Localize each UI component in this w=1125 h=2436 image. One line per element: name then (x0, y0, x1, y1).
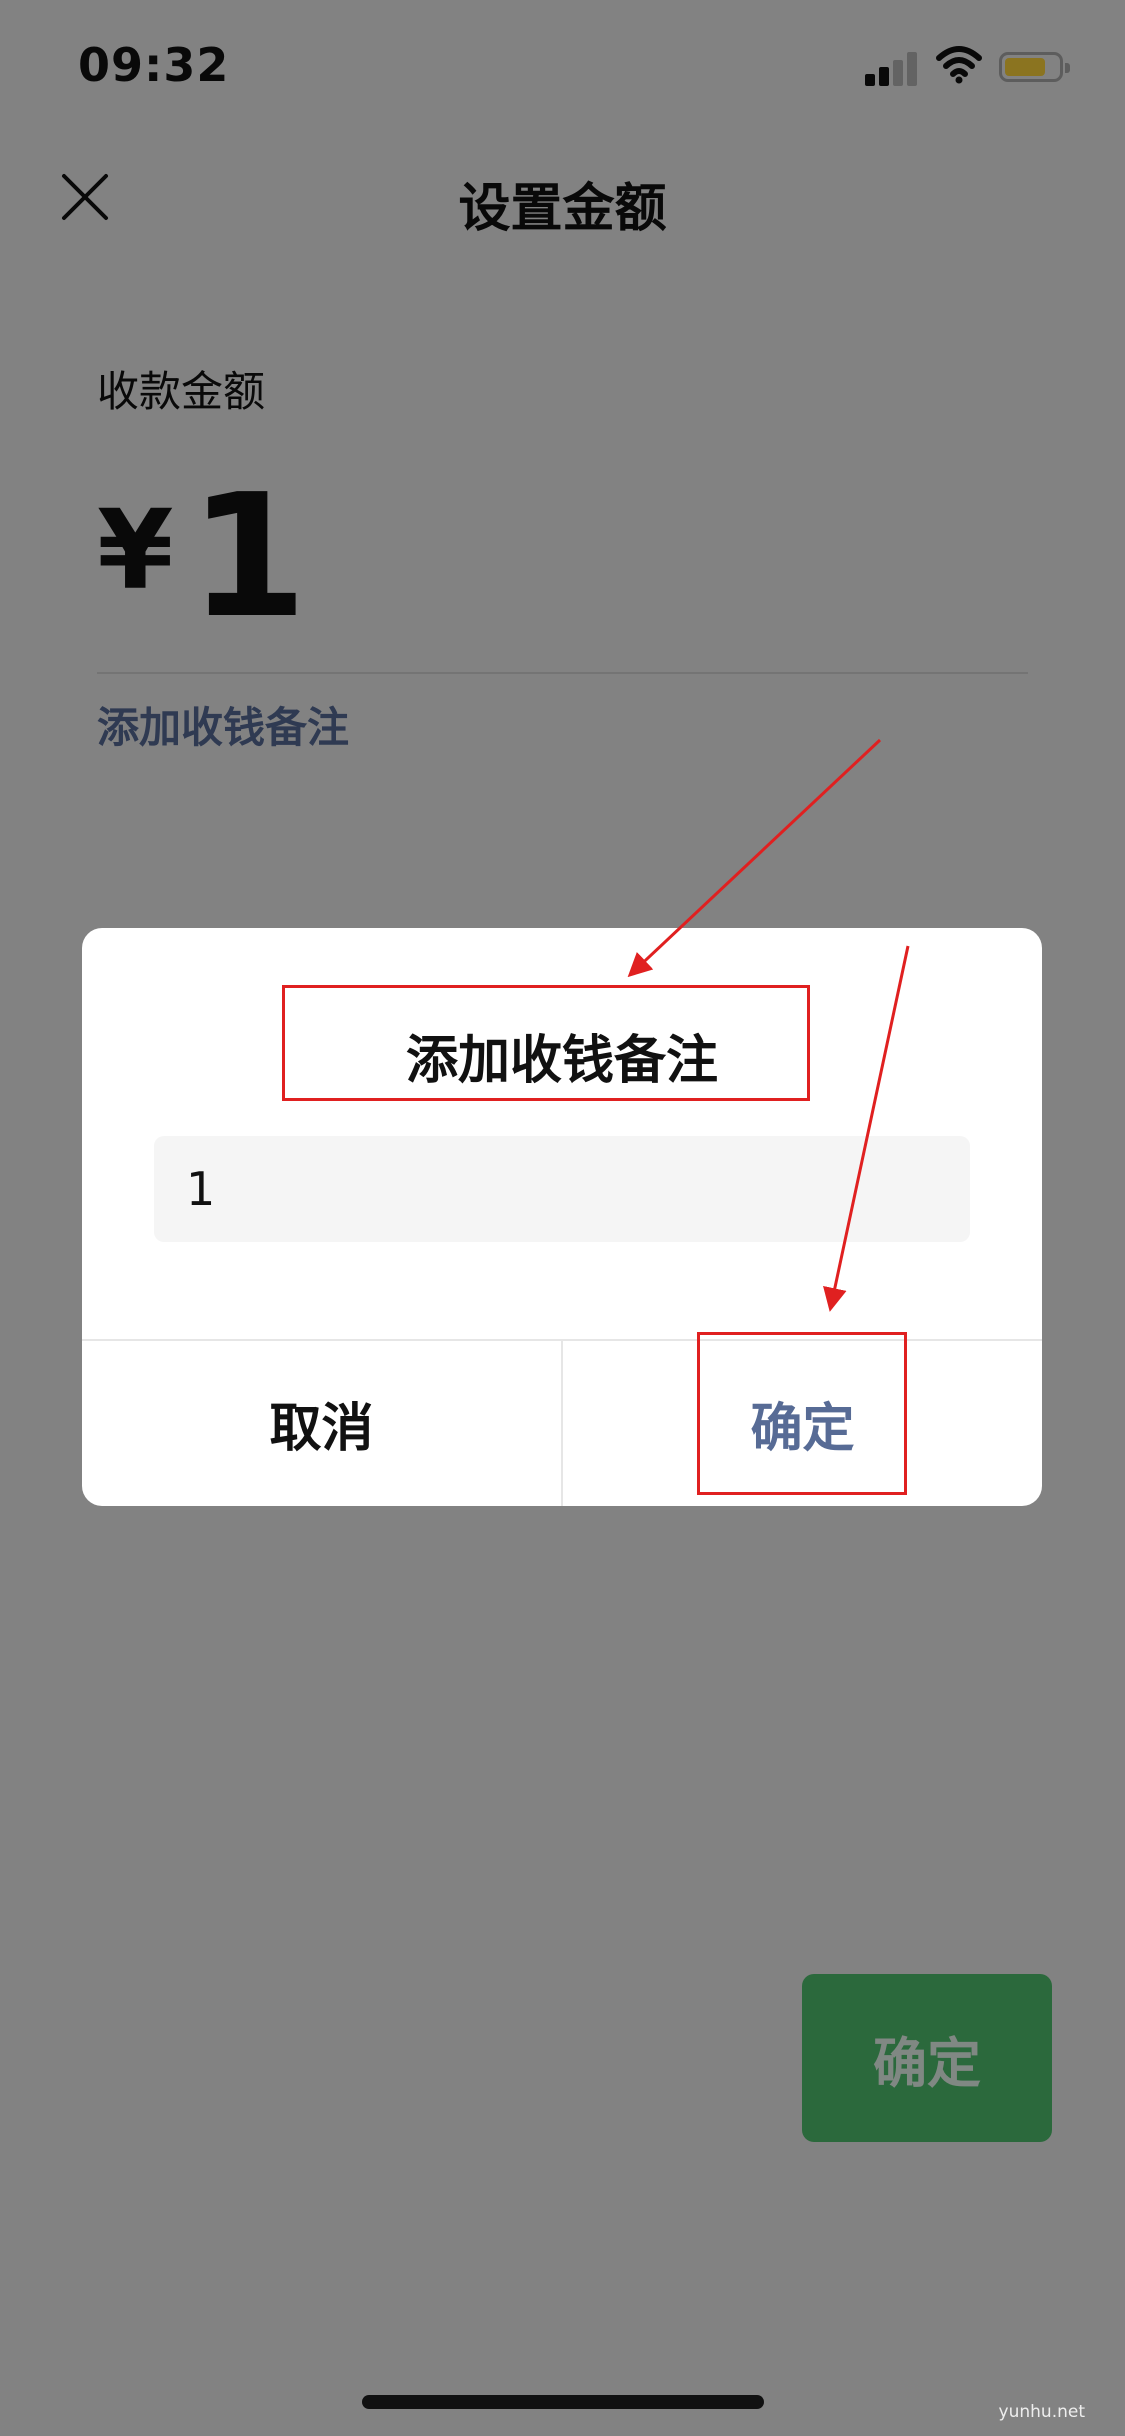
annotation-box-title (282, 985, 810, 1101)
annotation-box-confirm (697, 1332, 907, 1495)
watermark: yunhu.net (998, 2402, 1085, 2422)
dialog-cancel-button[interactable]: 取消 (82, 1341, 561, 1506)
remark-input[interactable]: 1 (154, 1136, 970, 1242)
home-indicator[interactable] (362, 2395, 764, 2409)
